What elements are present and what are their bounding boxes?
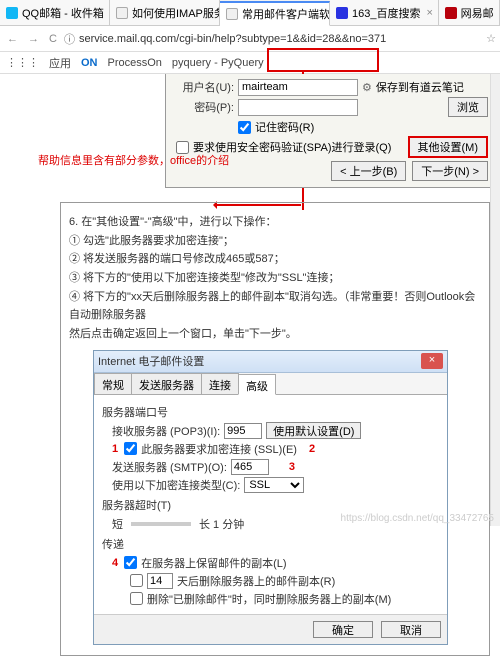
back-icon[interactable]: ← <box>4 33 21 45</box>
reload-icon[interactable]: C <box>46 33 60 45</box>
timeout-slider[interactable] <box>131 522 191 526</box>
encryption-type-select[interactable]: SSL <box>244 477 304 493</box>
delete-trash-checkbox[interactable] <box>130 592 143 605</box>
dialog-footer: 确定 取消 <box>94 614 447 644</box>
keep-on-server-label: 在服务器上保留邮件的副本(L) <box>141 555 286 571</box>
forward-icon[interactable]: → <box>25 33 42 45</box>
prev-step-button[interactable]: < 上一步(B) <box>331 161 406 181</box>
timeout-short: 短 <box>112 516 123 532</box>
browse-button[interactable]: 浏览 <box>448 97 488 117</box>
other-settings-button[interactable]: 其他设置(M) <box>408 136 489 158</box>
account-settings-panel: 用户名(U): ⚙ 保存到有道云笔记 密码(P): 浏览 记住密码(R) 要求使… <box>165 74 495 188</box>
bookmark-pyquery[interactable]: pyquery - PyQuery <box>172 57 264 69</box>
steps-text: 6. 在"其他设置"-"高级"中，进行以下操作： ① 勾选"此服务器要求加密连接… <box>69 213 481 344</box>
ssl-required-label: 此服务器要求加密连接 (SSL)(E) <box>141 441 297 457</box>
apps-icon[interactable]: ⋮⋮⋮ <box>6 56 39 69</box>
pop3-port-field[interactable] <box>224 423 262 439</box>
dialog-tabs: 常规 发送服务器 连接 高级 <box>94 373 447 395</box>
delete-trash-label: 删除"已删除邮件"时，同时删除服务器上的副本(M) <box>147 591 391 607</box>
favicon-baidu <box>336 7 348 19</box>
annotation-help-text: 帮助信息里含有部分参数，office的介绍 <box>38 152 229 168</box>
watermark: https://blog.csdn.net/qq_33472765 <box>341 513 494 524</box>
tab-label: QQ邮箱 - 收件箱 <box>22 5 104 21</box>
next-step-button[interactable]: 下一步(N) > <box>412 161 488 181</box>
dialog-body: 服务器端口号 接收服务器 (POP3)(I): 使用默认设置(D) 1 此服务器… <box>94 395 447 614</box>
dialog-title: Internet 电子邮件设置 <box>98 353 204 369</box>
timeout-long: 长 1 分钟 <box>199 516 244 532</box>
favicon-generic <box>226 8 238 20</box>
step-5: 然后点击确定返回上一个窗口，单击"下一步"。 <box>69 325 481 344</box>
anno-3: 3 <box>289 461 295 473</box>
page-content: 用户名(U): ⚙ 保存到有道云笔记 密码(P): 浏览 记住密码(R) 要求使… <box>0 74 500 526</box>
anno-1: 1 <box>112 443 118 455</box>
remember-password-checkbox[interactable] <box>238 121 251 134</box>
tab-163[interactable]: 网易邮 <box>439 0 500 25</box>
steps-header: 6. 在"其他设置"-"高级"中，进行以下操作： <box>69 213 481 232</box>
tab-advanced[interactable]: 高级 <box>238 374 276 395</box>
step-1: ① 勾选"此服务器要求加密连接"； <box>69 232 481 251</box>
tab-label: 常用邮件客户端软件设置 <box>242 6 330 22</box>
tab-qqmail[interactable]: QQ邮箱 - 收件箱× <box>0 0 110 25</box>
tab-label: 网易邮 <box>461 5 494 21</box>
encryption-type-label: 使用以下加密连接类型(C): <box>112 477 240 493</box>
anno-4: 4 <box>112 557 118 569</box>
tab-mail-client-setup[interactable]: 常用邮件客户端软件设置× <box>220 1 330 26</box>
step-4: ④ 将下方的"xx天后删除服务器上的邮件副本"取消勾选。（非常重要！否则Outl… <box>69 288 481 325</box>
step-2: ② 将发送服务器的端口号修改成465或587； <box>69 250 481 269</box>
bookmark-processon[interactable]: ProcessOn <box>108 57 162 69</box>
anno-2: 2 <box>309 443 315 455</box>
password-label: 密码(P): <box>172 99 234 115</box>
smtp-label: 发送服务器 (SMTP)(O): <box>112 459 227 475</box>
address-bar: ← → C ⓘ service.mail.qq.com/cgi-bin/help… <box>0 26 500 52</box>
step-3: ③ 将下方的"使用以下加密连接类型"修改为"SSL"连接； <box>69 269 481 288</box>
favicon-generic <box>116 7 128 19</box>
favicon-qq <box>6 7 18 19</box>
smtp-port-field[interactable] <box>231 459 269 475</box>
favicon-163 <box>445 7 457 19</box>
password-field[interactable] <box>238 99 358 116</box>
cloud-save-link[interactable]: 保存到有道云笔记 <box>376 79 464 95</box>
dialog-titlebar[interactable]: Internet 电子邮件设置 × <box>94 351 447 373</box>
ok-button[interactable]: 确定 <box>313 621 373 638</box>
tab-label: 如何使用IMAP服务？_ <box>132 5 220 21</box>
use-default-button[interactable]: 使用默认设置(D) <box>266 422 361 439</box>
tab-connection[interactable]: 连接 <box>201 373 239 394</box>
tab-imap-help[interactable]: 如何使用IMAP服务？_× <box>110 0 220 25</box>
ssl-required-checkbox[interactable] <box>124 442 137 455</box>
days-field[interactable] <box>147 573 173 589</box>
username-label: 用户名(U): <box>172 79 234 95</box>
close-icon[interactable]: × <box>421 353 443 369</box>
gear-icon[interactable]: ⚙ <box>362 81 372 94</box>
pop3-label: 接收服务器 (POP3)(I): <box>112 423 220 439</box>
cancel-button[interactable]: 取消 <box>381 621 441 638</box>
keep-on-server-checkbox[interactable] <box>124 556 137 569</box>
tab-general[interactable]: 常规 <box>94 373 132 394</box>
section-timeout: 服务器超时(T) <box>102 497 439 513</box>
tab-baidu[interactable]: 163_百度搜索 × <box>330 0 439 25</box>
scrollbar[interactable] <box>490 74 500 526</box>
username-field[interactable] <box>238 79 358 96</box>
bookmark-apps[interactable]: 应用 <box>49 55 71 71</box>
close-icon[interactable]: × <box>426 7 432 19</box>
internet-email-settings-dialog: Internet 电子邮件设置 × 常规 发送服务器 连接 高级 服务器端口号 … <box>93 350 448 645</box>
tab-label: 163_百度搜索 <box>352 5 420 21</box>
section-delivery: 传递 <box>102 536 439 552</box>
star-icon[interactable]: ☆ <box>486 32 496 45</box>
url-text[interactable]: service.mail.qq.com/cgi-bin/help?subtype… <box>79 33 482 45</box>
tab-outgoing[interactable]: 发送服务器 <box>131 373 202 394</box>
browser-tab-strip: QQ邮箱 - 收件箱× 如何使用IMAP服务？_× 常用邮件客户端软件设置× 1… <box>0 0 500 26</box>
processon-icon: ON <box>81 57 98 69</box>
info-icon[interactable]: ⓘ <box>64 31 75 47</box>
delete-after-days-checkbox[interactable] <box>130 574 143 587</box>
section-server-ports: 服务器端口号 <box>102 404 439 420</box>
remember-password-label: 记住密码(R) <box>255 119 314 135</box>
instructions-panel: 6. 在"其他设置"-"高级"中，进行以下操作： ① 勾选"此服务器要求加密连接… <box>60 202 490 656</box>
bookmarks-bar: ⋮⋮⋮ 应用 ON ProcessOn pyquery - PyQuery <box>0 52 500 74</box>
days-after-label: 天后删除服务器上的邮件副本(R) <box>177 573 335 589</box>
